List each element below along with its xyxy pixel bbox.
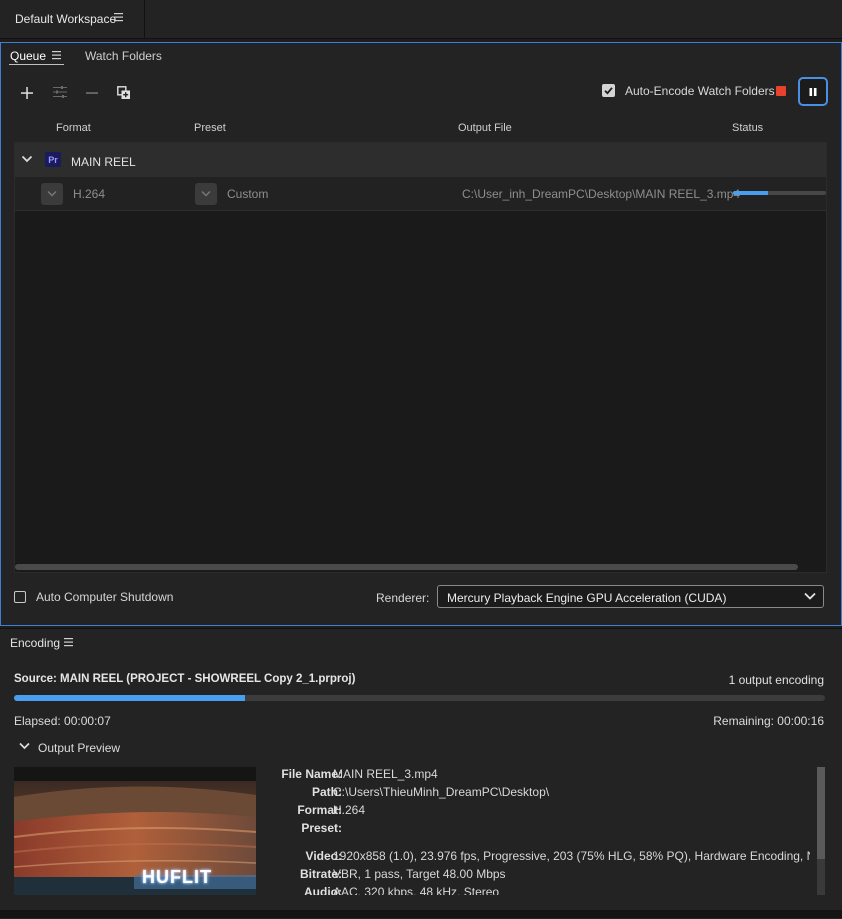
preset-value[interactable]: Custom <box>227 187 268 201</box>
detail-key: Video: <box>305 849 342 863</box>
encoding-progress-bar <box>14 695 825 701</box>
queue-panel: Queue Watch Folders Auto-Encode Watch Fo… <box>0 42 842 626</box>
concert-hall-image <box>14 767 256 895</box>
stop-queue-button[interactable] <box>776 86 786 96</box>
encoding-progress-fill <box>14 695 246 701</box>
preset-dropdown[interactable] <box>195 183 217 205</box>
chevron-down-icon[interactable] <box>19 742 30 751</box>
queue-item-row[interactable]: H.264 Custom C:\User_inh_DreamPC\Desktop… <box>15 177 826 211</box>
renderer-select[interactable]: Mercury Playback Engine GPU Acceleration… <box>437 585 824 608</box>
column-header-format: Format <box>56 122 91 134</box>
chevron-down-icon <box>47 190 57 197</box>
encoding-panel: Encoding Source: MAIN REEL (PROJECT - SH… <box>0 628 842 919</box>
workspace-tab[interactable]: Default Workspace <box>0 0 145 38</box>
detail-value: AAC, 320 kbps, 48 kHz, Stereo <box>333 885 500 895</box>
active-tab-indicator <box>9 64 64 65</box>
auto-encode-label: Auto-Encode Watch Folders <box>625 84 775 98</box>
workspace-title: Default Workspace <box>15 12 117 26</box>
renderer-label: Renderer: <box>376 591 430 605</box>
output-preview-toggle[interactable]: Output Preview <box>38 741 120 755</box>
remove-button[interactable] <box>82 83 102 103</box>
pause-queue-button[interactable] <box>798 77 828 106</box>
preview-thumbnail: HUFLIT <box>14 767 256 895</box>
plus-icon <box>21 87 33 99</box>
detail-value: VBR, 1 pass, Target 48.00 Mbps <box>333 867 506 881</box>
detail-value: H.264 <box>333 803 366 817</box>
queue-settings-button[interactable] <box>50 82 70 102</box>
detail-value: 1920x858 (1.0), 23.976 fps, Progressive,… <box>333 849 810 863</box>
add-source-button[interactable] <box>17 83 37 103</box>
vertical-scrollbar-thumb[interactable] <box>817 767 825 859</box>
pause-icon <box>809 87 817 96</box>
format-dropdown[interactable] <box>41 183 63 205</box>
detail-key: Preset: <box>301 821 342 835</box>
group-name: MAIN REEL <box>71 155 136 169</box>
detail-key: File Name: <box>281 767 342 781</box>
horizontal-scrollbar[interactable] <box>15 564 798 570</box>
duplicate-icon <box>117 86 130 99</box>
encoding-title: Encoding <box>10 636 61 650</box>
auto-encode-checkbox[interactable] <box>602 84 615 97</box>
remaining-time: Remaining: 00:00:16 <box>713 714 824 728</box>
sliders-icon <box>53 86 67 98</box>
column-header-preset: Preset <box>194 122 226 134</box>
tab-queue[interactable]: Queue <box>10 49 46 63</box>
chevron-down-icon <box>201 190 211 197</box>
detail-value: C:\Users\ThieuMinh_DreamPC\Desktop\ <box>333 785 550 799</box>
output-encoding-count: 1 output encoding <box>728 673 824 687</box>
chevron-down-icon[interactable] <box>21 154 33 164</box>
queue-list: Pr MAIN REEL H.264 Custom C:\User_inh_Dr… <box>14 142 827 573</box>
auto-shutdown-checkbox[interactable] <box>14 591 26 603</box>
column-header-status: Status <box>732 122 764 134</box>
queue-group-row[interactable]: Pr MAIN REEL <box>15 143 826 178</box>
status-progress-fill <box>733 191 769 195</box>
hamburger-menu-icon[interactable] <box>114 12 124 22</box>
minus-icon <box>86 92 98 94</box>
detail-key: Audio: <box>304 885 342 895</box>
auto-shutdown-label: Auto Computer Shutdown <box>36 590 174 604</box>
checkmark-icon <box>604 87 613 95</box>
detail-key: Format: <box>297 803 342 817</box>
detail-key: Path: <box>312 785 342 799</box>
elapsed-time: Elapsed: 00:00:07 <box>14 714 111 728</box>
encoding-source: Source: MAIN REEL (PROJECT - SHOWREEL Co… <box>14 673 356 685</box>
hamburger-menu-icon[interactable] <box>52 50 62 60</box>
detail-value: MAIN REEL_3.mp4 <box>333 767 438 781</box>
status-progress-bar <box>733 191 826 195</box>
output-details: File Name: MAIN REEL_3.mp4 Path: C:\Users\T… <box>262 767 810 895</box>
format-value[interactable]: H.264 <box>73 187 105 201</box>
chevron-down-icon <box>804 592 816 601</box>
status-bar <box>0 910 842 918</box>
output-file-path[interactable]: C:\User_inh_DreamPC\Desktop\MAIN REEL_3.… <box>462 187 740 201</box>
tab-watch-folders[interactable]: Watch Folders <box>85 49 162 63</box>
column-header-output-file: Output File <box>458 122 512 134</box>
duplicate-button[interactable] <box>114 83 134 103</box>
workspace-bar: Default Workspace <box>0 0 842 39</box>
hamburger-menu-icon[interactable] <box>64 637 74 647</box>
premiere-pro-icon: Pr <box>45 152 61 167</box>
renderer-value: Mercury Playback Engine GPU Acceleration… <box>447 591 727 605</box>
detail-key: Bitrate: <box>299 867 342 881</box>
thumbnail-logo-text: HUFLIT <box>142 867 212 887</box>
